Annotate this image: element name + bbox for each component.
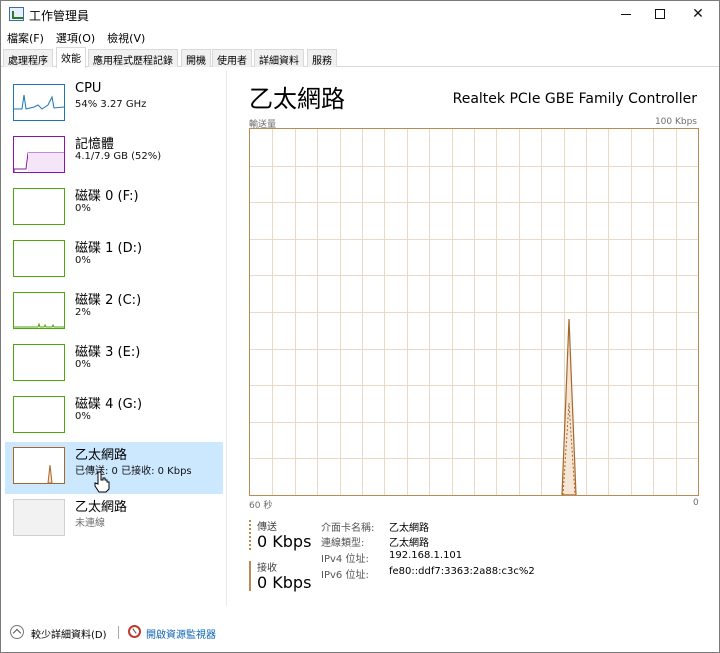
receive-line-legend [249, 561, 251, 591]
tab-performance[interactable]: 效能 [56, 47, 86, 68]
info-key: 介面卡名稱: [321, 523, 375, 534]
adapter-name: Realtek PCIe GBE Family Controller [452, 91, 697, 107]
maximize-button[interactable] [643, 1, 677, 27]
throughput-graph [249, 128, 699, 496]
detail-title: 乙太網路 [249, 85, 345, 113]
device-sub: 4.1/7.9 GB (52%) [75, 151, 162, 162]
memory-thumbnail [13, 136, 65, 173]
fewer-details-button[interactable]: 較少詳細資料(D) [31, 626, 107, 641]
info-key: 連線類型: [321, 538, 365, 549]
device-name: 記憶體 [75, 137, 115, 152]
throughput-graph-svg [250, 129, 698, 495]
device-disk-0[interactable]: 磁碟 0 (F:) 0% [5, 183, 223, 235]
disk-sparkline [14, 322, 64, 328]
menu-file[interactable]: 檔案(F) [1, 27, 50, 47]
device-sub: 未連線 [75, 518, 105, 529]
cpu-sparkline [14, 94, 65, 110]
chevron-up-icon[interactable] [10, 625, 24, 639]
maximize-icon [655, 9, 665, 19]
device-name: 磁碟 1 (D:) [75, 241, 143, 256]
bottom-separator [118, 626, 119, 639]
tab-users[interactable]: 使用者 [212, 49, 252, 67]
receive-label: 接收 [257, 563, 277, 574]
info-key: IPv6 位址: [321, 570, 369, 581]
device-disk-2[interactable]: 磁碟 2 (C:) 2% [5, 287, 223, 339]
device-name: 磁碟 3 (E:) [75, 345, 141, 360]
tab-app-history[interactable]: 應用程式歷程記錄 [88, 49, 178, 67]
minimize-button[interactable] [609, 1, 643, 27]
title-bar[interactable]: 工作管理員 ✕ [1, 1, 719, 27]
ethernet-sparkline [47, 464, 53, 484]
device-name: 磁碟 0 (F:) [75, 189, 139, 204]
tab-processes[interactable]: 處理程序 [3, 49, 53, 67]
device-ethernet-1[interactable]: 乙太網路 已傳送: 0 已接收: 0 Kbps [5, 442, 223, 494]
window-title: 工作管理員 [29, 9, 90, 23]
hand-cursor-icon [94, 471, 110, 493]
tab-services[interactable]: 服務 [307, 49, 337, 67]
x-axis-right: 0 [693, 498, 699, 508]
task-manager-window: 工作管理員 ✕ 檔案(F) 選項(O) 檢視(V) 處理程序 效能 應用程式歷程… [0, 0, 720, 653]
close-button[interactable]: ✕ [681, 1, 715, 27]
device-memory[interactable]: 記憶體 4.1/7.9 GB (52%) [5, 131, 223, 183]
disk-thumbnail [13, 188, 65, 225]
disk-thumbnail [13, 344, 65, 381]
open-resource-monitor-link[interactable]: 開啟資源監視器 [146, 626, 216, 641]
device-cpu[interactable]: CPU 54% 3.27 GHz [5, 79, 223, 131]
device-name: 磁碟 4 (G:) [75, 397, 143, 412]
menu-view[interactable]: 檢視(V) [101, 27, 151, 47]
info-key: IPv4 位址: [321, 554, 369, 565]
disk-thumbnail [13, 396, 65, 433]
info-value: 乙太網路 [389, 523, 429, 534]
device-disk-1[interactable]: 磁碟 1 (D:) 0% [5, 235, 223, 287]
device-ethernet-2[interactable]: 乙太網路 未連線 [5, 494, 223, 546]
disk-thumbnail [13, 292, 65, 329]
device-disk-4[interactable]: 磁碟 4 (G:) 0% [5, 391, 223, 443]
ethernet-thumbnail [13, 499, 65, 536]
memory-sparkline [13, 152, 64, 172]
menu-options[interactable]: 選項(O) [50, 27, 101, 47]
device-disk-3[interactable]: 磁碟 3 (E:) 0% [5, 339, 223, 391]
send-line-legend [249, 520, 251, 550]
disk-thumbnail [13, 240, 65, 277]
device-name: 乙太網路 [75, 448, 128, 463]
device-name: CPU [75, 81, 102, 96]
tab-details[interactable]: 詳細資料 [254, 49, 304, 67]
device-sub: 0% [75, 411, 91, 422]
info-value: fe80::ddf7:3363:2a88:c3c%2 [389, 566, 535, 577]
resource-monitor-icon [128, 625, 141, 638]
info-value: 乙太網路 [389, 538, 429, 549]
device-sub: 0% [75, 203, 91, 214]
receive-value: 0 Kbps [257, 573, 312, 592]
device-name: 磁碟 2 (C:) [75, 293, 142, 308]
close-icon: ✕ [692, 6, 704, 22]
minimize-icon [621, 13, 631, 15]
task-manager-icon [9, 7, 24, 21]
device-sub: 0% [75, 255, 91, 266]
info-value: 192.168.1.101 [389, 550, 463, 561]
device-sub: 0% [75, 359, 91, 370]
send-value: 0 Kbps [257, 532, 312, 551]
device-sub: 54% 3.27 GHz [75, 99, 147, 110]
cpu-thumbnail [13, 84, 65, 121]
x-axis-left: 60 秒 [249, 501, 273, 511]
tab-startup[interactable]: 開機 [181, 49, 211, 67]
device-name: 乙太網路 [75, 500, 128, 515]
ethernet-thumbnail [13, 447, 65, 484]
send-label: 傳送 [257, 522, 277, 533]
y-axis-max: 100 Kbps [654, 117, 697, 127]
menu-bar: 檔案(F) 選項(O) 檢視(V) [1, 27, 719, 47]
bottom-bar: 較少詳細資料(D) 開啟資源監視器 [1, 618, 719, 646]
tab-bar: 處理程序 效能 應用程式歷程記錄 開機 使用者 詳細資料 服務 [1, 47, 719, 68]
panel-divider[interactable] [226, 71, 227, 606]
device-sub: 2% [75, 307, 91, 318]
